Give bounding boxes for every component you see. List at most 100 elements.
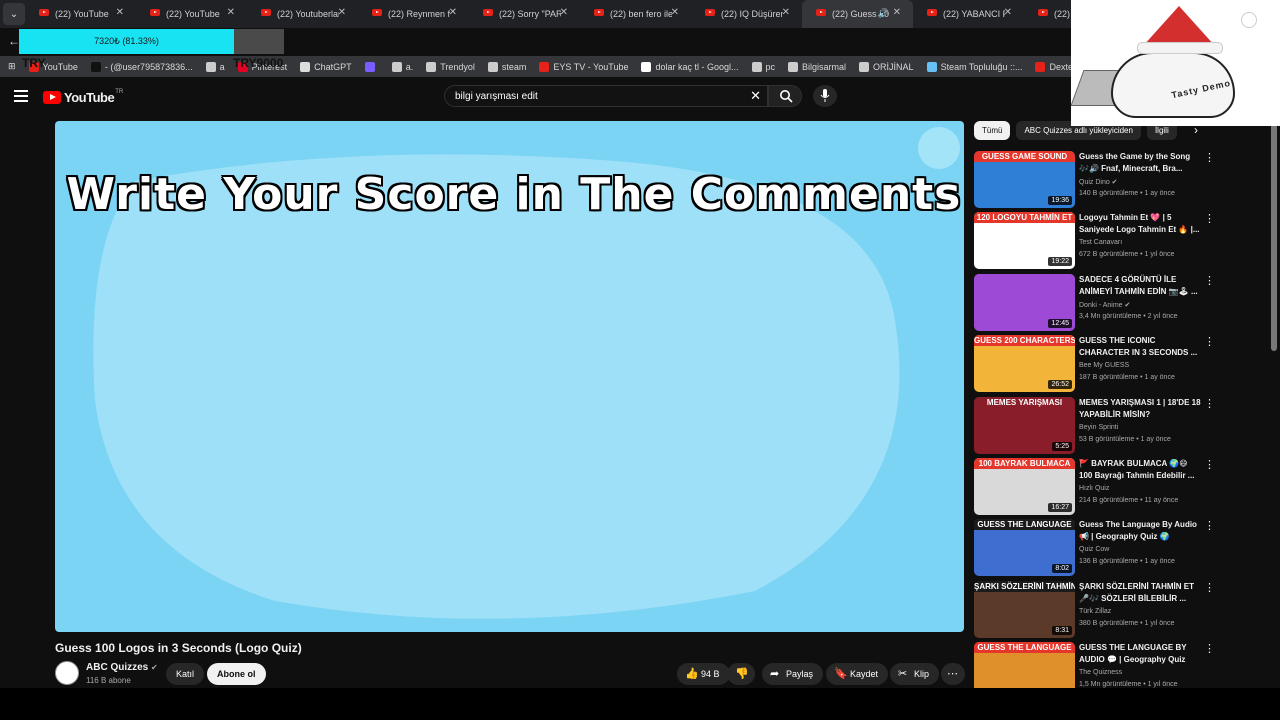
bookmark-item[interactable]: a. bbox=[391, 61, 413, 72]
video-thumbnail[interactable]: GUESS GAME SOUND 19:36 bbox=[974, 151, 1075, 208]
recommended-video[interactable]: 120 LOGOYU TAHMİN ET 19:22 Logoyu Tahmin E… bbox=[974, 212, 1215, 270]
bookmark-item[interactable]: a bbox=[205, 61, 225, 72]
recommended-channel-name[interactable]: Test Canavarı bbox=[1079, 239, 1122, 246]
video-thumbnail[interactable]: GUESS 200 CHARACTERS 26:52 bbox=[974, 335, 1075, 393]
recommended-video[interactable]: 12:45 SADECE 4 GÖRÜNTÜ İLE ANİMEYİ TAHMİN… bbox=[974, 273, 1215, 331]
recommended-video[interactable]: GUESS THE LANGUAGE 8:02 Guess The Language… bbox=[974, 519, 1215, 577]
thumbnail-caption: ŞARKI SÖZLERİNİ TAHMİN ET! bbox=[974, 580, 1075, 592]
search-input[interactable]: bilgi yarışması edit ✕ bbox=[444, 85, 768, 107]
video-thumbnail[interactable]: 12:45 bbox=[974, 273, 1075, 331]
bookmark-item[interactable] bbox=[364, 61, 379, 72]
recommended-video-title[interactable]: Guess The Language By Audio 📢 | Geograph… bbox=[1079, 519, 1201, 543]
recommended-video[interactable]: 100 BAYRAK BULMACA 16:27 🚩 BAYRAK BULMACA … bbox=[974, 458, 1215, 515]
bookmark-item[interactable]: ChatGPT bbox=[300, 61, 352, 72]
browser-tab[interactable]: (22) Sorry "PARODİ✕ bbox=[469, 0, 580, 28]
browser-tab[interactable]: (22) Youtuberlarını✕ bbox=[247, 0, 358, 28]
channel-avatar[interactable] bbox=[55, 661, 79, 685]
clip-button[interactable]: ✂ Klip bbox=[890, 663, 940, 685]
bookmark-favicon-icon bbox=[859, 61, 870, 72]
share-button[interactable]: ➦ Paylaş bbox=[762, 663, 824, 685]
recommended-channel-name[interactable]: The Quizness bbox=[1079, 669, 1122, 676]
recommended-channel-name[interactable]: Türk Zillaz bbox=[1079, 608, 1111, 615]
bookmark-item[interactable]: Steam Topluluğu ::... bbox=[926, 61, 1022, 72]
video-thumbnail[interactable]: GUESS THE LANGUAGE 8:02 bbox=[974, 519, 1075, 577]
filter-chip[interactable]: Tümü bbox=[974, 121, 1011, 140]
more-options-icon[interactable]: ⋮ bbox=[1204, 274, 1215, 287]
recommended-video-title[interactable]: GUESS THE ICONIC CHARACTER IN 3 SECONDS … bbox=[1079, 335, 1201, 359]
bookmark-item[interactable]: Bilgisarmal bbox=[788, 61, 846, 72]
recommended-video[interactable]: MEMES YARIŞMASI 5:25 MEMES YARIŞMASI 1 | 1… bbox=[974, 396, 1215, 454]
bookmark-item[interactable]: EYS TV - YouTube bbox=[539, 61, 628, 72]
bookmark-item[interactable]: Trendyol bbox=[426, 61, 475, 72]
more-options-icon[interactable]: ⋮ bbox=[1204, 212, 1215, 225]
channel-name[interactable]: ABC Quizzes ✔ bbox=[86, 662, 158, 673]
browser-tab[interactable]: (22) YouTube ✕ bbox=[136, 0, 247, 28]
recommended-video[interactable]: GUESS GAME SOUND 19:36 Guess the Game by t… bbox=[974, 151, 1215, 208]
apps-icon[interactable]: ⊞ bbox=[8, 61, 16, 72]
recommended-video[interactable]: ŞARKI SÖZLERİNİ TAHMİN ET!8:31ŞARKI SÖZL… bbox=[974, 580, 1215, 638]
bookmark-item[interactable]: pc bbox=[751, 61, 775, 72]
more-options-icon[interactable]: ⋮ bbox=[1204, 519, 1215, 532]
recommended-video-title[interactable]: Logoyu Tahmin Et 💖 | 5 Saniyede Logo Tah… bbox=[1079, 212, 1201, 236]
bookmark-item[interactable]: - (@user795873836... bbox=[90, 61, 193, 72]
browser-tab[interactable]: (22) YouTube ✕ bbox=[25, 0, 136, 28]
video-thumbnail[interactable]: MEMES YARIŞMASI 5:25 bbox=[974, 396, 1075, 454]
more-options-icon[interactable]: ⋮ bbox=[1204, 151, 1215, 164]
video-player[interactable]: Write Your Score in The Comments! bbox=[55, 121, 964, 632]
recommended-channel-name[interactable]: Beyin Sprinti bbox=[1079, 424, 1118, 431]
like-button[interactable]: 👍 94 B bbox=[677, 663, 730, 685]
voice-search-button[interactable] bbox=[813, 85, 837, 107]
search-button[interactable] bbox=[768, 85, 802, 107]
recommended-video-title[interactable]: GUESS THE LANGUAGE BY AUDIO 💬 | Geograph… bbox=[1079, 642, 1201, 666]
browser-tab[interactable]: (22) Guess 10 🔊 ✕ bbox=[802, 0, 913, 28]
video-thumbnail[interactable]: ŞARKI SÖZLERİNİ TAHMİN ET! 8:31 bbox=[974, 580, 1075, 638]
video-thumbnail[interactable]: 100 BAYRAK BULMACA 16:27 bbox=[974, 458, 1075, 515]
speaker-icon[interactable]: 🔊 bbox=[878, 8, 889, 19]
subscribe-button[interactable]: Abone ol bbox=[207, 663, 266, 685]
recommended-channel-name[interactable]: Quiz Cow bbox=[1079, 546, 1109, 553]
close-tab-icon[interactable]: ✕ bbox=[893, 7, 901, 18]
browser-tab[interactable]: (22) ben fero ile H✕ bbox=[580, 0, 691, 28]
recommended-channel-name[interactable]: Hızlı Quiz bbox=[1079, 485, 1109, 492]
recommended-video-meta: 380 B görüntüleme • 1 yıl önce bbox=[1079, 619, 1175, 627]
dislike-button[interactable]: 👎 bbox=[727, 663, 755, 685]
recommended-video-title[interactable]: MEMES YARIŞMASI 1 | 18'DE 18 YAPABİLİR M… bbox=[1079, 397, 1201, 421]
recommended-video-title[interactable]: Guess the Game by the Song 🎶🔊 Fnaf, Mine… bbox=[1079, 151, 1201, 175]
clear-search-icon[interactable]: ✕ bbox=[750, 88, 761, 104]
recommended-channel-name[interactable]: Donki - Anime ✔ bbox=[1079, 301, 1130, 309]
youtube-logo[interactable]: YouTube TR bbox=[43, 89, 123, 105]
more-options-icon[interactable]: ⋮ bbox=[1204, 458, 1215, 471]
browser-tab[interactable]: (22) Reynmen ft. Y✕ bbox=[358, 0, 469, 28]
browser-tab[interactable]: (22) IQ Düşüren D✕ bbox=[691, 0, 802, 28]
close-tab-icon[interactable]: ✕ bbox=[671, 7, 679, 18]
recommended-channel-name[interactable]: Quiz Dino ✔ bbox=[1079, 178, 1118, 186]
bookmark-item[interactable]: dolar kaç tl - Googl... bbox=[641, 61, 739, 72]
join-button[interactable]: Katıl bbox=[166, 663, 205, 685]
close-tab-icon[interactable]: ✕ bbox=[1004, 7, 1012, 18]
bookmark-item[interactable]: steam bbox=[487, 61, 526, 72]
save-button[interactable]: 🔖 Kaydet bbox=[826, 663, 889, 685]
more-options-icon[interactable]: ⋮ bbox=[1204, 397, 1215, 410]
menu-icon[interactable] bbox=[14, 90, 28, 105]
close-tab-icon[interactable]: ✕ bbox=[338, 7, 346, 18]
more-options-icon[interactable]: ⋮ bbox=[1204, 581, 1215, 594]
bookmark-item[interactable]: ORİJİNAL bbox=[859, 61, 914, 72]
channel-watermark[interactable] bbox=[918, 127, 960, 169]
more-actions-button[interactable]: ⋯ bbox=[941, 663, 965, 685]
browser-tab[interactable]: (22) YABANCI FİLM✕ bbox=[913, 0, 1024, 28]
recommended-video[interactable]: GUESS 200 CHARACTERS 26:52 GUESS THE ICONI… bbox=[974, 335, 1215, 393]
close-tab-icon[interactable]: ✕ bbox=[449, 7, 457, 18]
recommended-video-title[interactable]: ŞARKI SÖZLERİNİ TAHMİN ET 🎤🎶 SÖZLERİ BİL… bbox=[1079, 581, 1201, 605]
recommended-video-title[interactable]: SADECE 4 GÖRÜNTÜ İLE ANİMEYİ TAHMİN EDİN… bbox=[1079, 274, 1201, 298]
more-options-icon[interactable]: ⋮ bbox=[1204, 335, 1215, 348]
close-tab-icon[interactable]: ✕ bbox=[782, 7, 790, 18]
tab-search-button[interactable]: ⌄ bbox=[3, 3, 25, 25]
video-thumbnail[interactable]: 120 LOGOYU TAHMİN ET 19:22 bbox=[974, 212, 1075, 270]
scrollbar[interactable] bbox=[1271, 121, 1277, 351]
close-tab-icon[interactable]: ✕ bbox=[116, 7, 124, 18]
close-tab-icon[interactable]: ✕ bbox=[560, 7, 568, 18]
recommended-video-title[interactable]: 🚩 BAYRAK BULMACA 🌍😄 100 Bayrağı Tahmin E… bbox=[1079, 458, 1201, 482]
more-options-icon[interactable]: ⋮ bbox=[1204, 642, 1215, 655]
close-tab-icon[interactable]: ✕ bbox=[227, 7, 235, 18]
recommended-channel-name[interactable]: Bee My GUESS bbox=[1079, 362, 1129, 369]
